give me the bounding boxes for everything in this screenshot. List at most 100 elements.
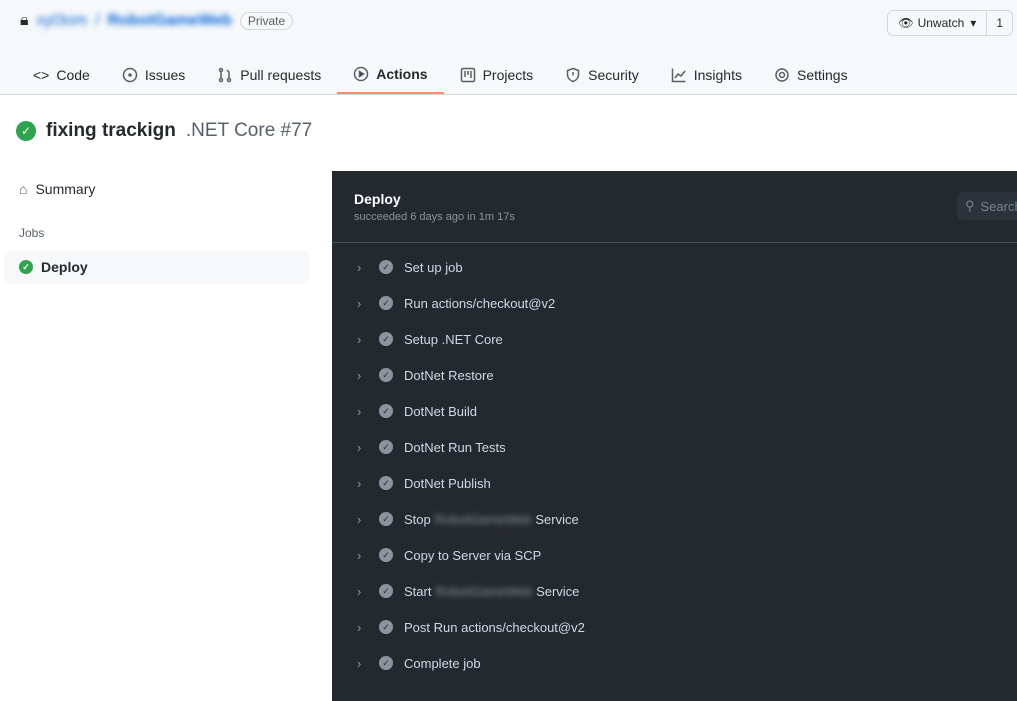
graph-icon — [671, 68, 686, 83]
tab-label: Projects — [482, 67, 534, 83]
check-circle-icon: ✓ — [379, 656, 393, 670]
step-row[interactable]: › ✓ Complete job — [332, 645, 1017, 681]
job-status: succeeded 6 days ago in 1m 17s — [354, 211, 515, 223]
check-circle-icon: ✓ — [379, 260, 393, 274]
tab-label: Settings — [796, 67, 848, 83]
steps-list: › ✓ Set up job › ✓ Run actions/checkout@v2 › ✓ S… — [332, 243, 1017, 681]
job-label: Deploy — [41, 259, 88, 275]
tab-projects[interactable]: Projects — [444, 56, 550, 94]
tab-code[interactable]: <> Code — [17, 56, 106, 94]
eye-icon: 👁︎ — [898, 16, 914, 30]
repo-name-link[interactable]: RobotGameWeb — [108, 12, 232, 30]
step-row[interactable]: › ✓ Stop RobotGameWeb Service — [332, 501, 1017, 537]
step-label: Set up job — [404, 259, 463, 275]
chevron-right-icon: › — [357, 403, 362, 419]
success-check-icon: ✓ — [16, 121, 36, 141]
step-label: Post Run actions/checkout@v2 — [404, 619, 585, 635]
step-redacted-name: RobotGameWeb — [435, 583, 533, 599]
chevron-right-icon: › — [357, 439, 362, 455]
issue-icon — [122, 67, 138, 83]
repo-title: 🔒︎ xyl3om / RobotGameWeb Private — [20, 12, 294, 30]
chevron-right-icon: › — [357, 547, 362, 563]
step-row[interactable]: › ✓ Set up job — [332, 249, 1017, 285]
repo-nav: <> Code Issues Pull requests Actions Proj… — [17, 56, 864, 94]
play-icon — [353, 66, 369, 82]
gear-icon — [775, 68, 789, 82]
chevron-right-icon: › — [357, 367, 362, 383]
home-icon: ⌂ — [19, 181, 28, 197]
repo-header: 🔒︎ xyl3om / RobotGameWeb Private 👁︎ Unwatc… — [0, 0, 1017, 95]
chevron-right-icon: › — [357, 583, 362, 599]
tab-actions[interactable]: Actions — [337, 56, 444, 94]
check-circle-icon: ✓ — [379, 548, 393, 562]
visibility-badge: Private — [239, 12, 294, 30]
search-icon: ⚲ — [965, 198, 975, 213]
step-row[interactable]: › ✓ DotNet Build — [332, 393, 1017, 429]
check-circle-icon: ✓ — [379, 332, 393, 346]
step-label-suffix: Service — [535, 511, 579, 527]
caret-down-icon: ▾ — [970, 16, 977, 30]
job-name: Deploy — [354, 191, 401, 207]
tab-insights[interactable]: Insights — [655, 56, 758, 94]
chevron-right-icon: › — [357, 331, 362, 347]
chevron-right-icon: › — [357, 259, 362, 275]
job-log-panel: Deploy succeeded 6 days ago in 1m 17s ⚲ S… — [332, 171, 1017, 701]
code-icon: <> — [33, 67, 50, 83]
step-label: Complete job — [404, 655, 481, 671]
tab-label: Insights — [693, 67, 742, 83]
step-row[interactable]: › ✓ Copy to Server via SCP — [332, 537, 1017, 573]
check-circle-icon: ✓ — [379, 296, 393, 310]
run-sidebar: ⌂ Summary Jobs ✓ Deploy — [4, 172, 310, 284]
chevron-right-icon: › — [357, 295, 362, 311]
tab-settings[interactable]: Settings — [758, 56, 864, 94]
check-circle-icon: ✓ — [379, 620, 393, 634]
step-label: DotNet Build — [404, 403, 477, 419]
workflow-run-name: .NET Core #77 — [185, 120, 313, 141]
tab-security[interactable]: Security — [549, 56, 655, 94]
repo-owner-link[interactable]: xyl3om — [37, 12, 88, 30]
step-row[interactable]: › ✓ Setup .NET Core — [332, 321, 1017, 357]
check-circle-icon: ✓ — [379, 440, 393, 454]
step-row[interactable]: › ✓ Start RobotGameWeb Service — [332, 573, 1017, 609]
tab-issues[interactable]: Issues — [106, 56, 201, 94]
repo-separator: / — [95, 12, 100, 29]
chevron-right-icon: › — [357, 619, 362, 635]
pull-request-icon — [219, 67, 232, 83]
check-circle-icon: ✓ — [379, 512, 393, 526]
shield-icon — [566, 67, 580, 83]
tab-pull-requests[interactable]: Pull requests — [201, 56, 337, 94]
step-label-suffix: Service — [536, 583, 580, 599]
summary-label: Summary — [35, 181, 96, 197]
chevron-right-icon: › — [357, 475, 362, 491]
step-row[interactable]: › ✓ DotNet Publish — [332, 465, 1017, 501]
step-row[interactable]: › ✓ Post Run actions/checkout@v2 — [332, 609, 1017, 645]
step-label: DotNet Run Tests — [404, 439, 506, 455]
check-circle-icon: ✓ — [379, 368, 393, 382]
commit-message: fixing trackign — [46, 120, 176, 141]
tab-label: Issues — [144, 67, 186, 83]
search-logs-input[interactable]: ⚲ Search logs — [957, 192, 1017, 220]
lock-icon: 🔒︎ — [20, 12, 29, 29]
unwatch-button[interactable]: 👁︎ Unwatch ▾ — [888, 11, 986, 35]
step-row[interactable]: › ✓ Run actions/checkout@v2 — [332, 285, 1017, 321]
check-circle-icon: ✓ — [379, 584, 393, 598]
step-label: DotNet Restore — [404, 367, 494, 383]
project-icon — [460, 67, 475, 83]
job-header: Deploy succeeded 6 days ago in 1m 17s ⚲ S… — [332, 171, 1017, 243]
step-label: Start — [404, 583, 432, 599]
tab-label: Security — [588, 67, 639, 83]
check-circle-icon: ✓ — [379, 476, 393, 490]
sidebar-item-summary[interactable]: ⌂ Summary — [4, 172, 310, 206]
tab-label: Actions — [376, 66, 428, 82]
tab-label: Code — [56, 67, 90, 83]
search-placeholder: Search logs — [980, 198, 1017, 214]
watchers-count[interactable]: 1 — [986, 11, 1012, 35]
step-row[interactable]: › ✓ DotNet Run Tests — [332, 429, 1017, 465]
run-title: ✓ fixing trackign .NET Core #77 — [16, 120, 312, 142]
sidebar-item-deploy[interactable]: ✓ Deploy — [4, 250, 310, 284]
watch-button-group: 👁︎ Unwatch ▾ 1 — [887, 10, 1013, 36]
step-label: Stop — [404, 511, 431, 527]
step-label: Setup .NET Core — [404, 331, 503, 347]
step-row[interactable]: › ✓ DotNet Restore — [332, 357, 1017, 393]
step-label: Run actions/checkout@v2 — [404, 295, 556, 311]
